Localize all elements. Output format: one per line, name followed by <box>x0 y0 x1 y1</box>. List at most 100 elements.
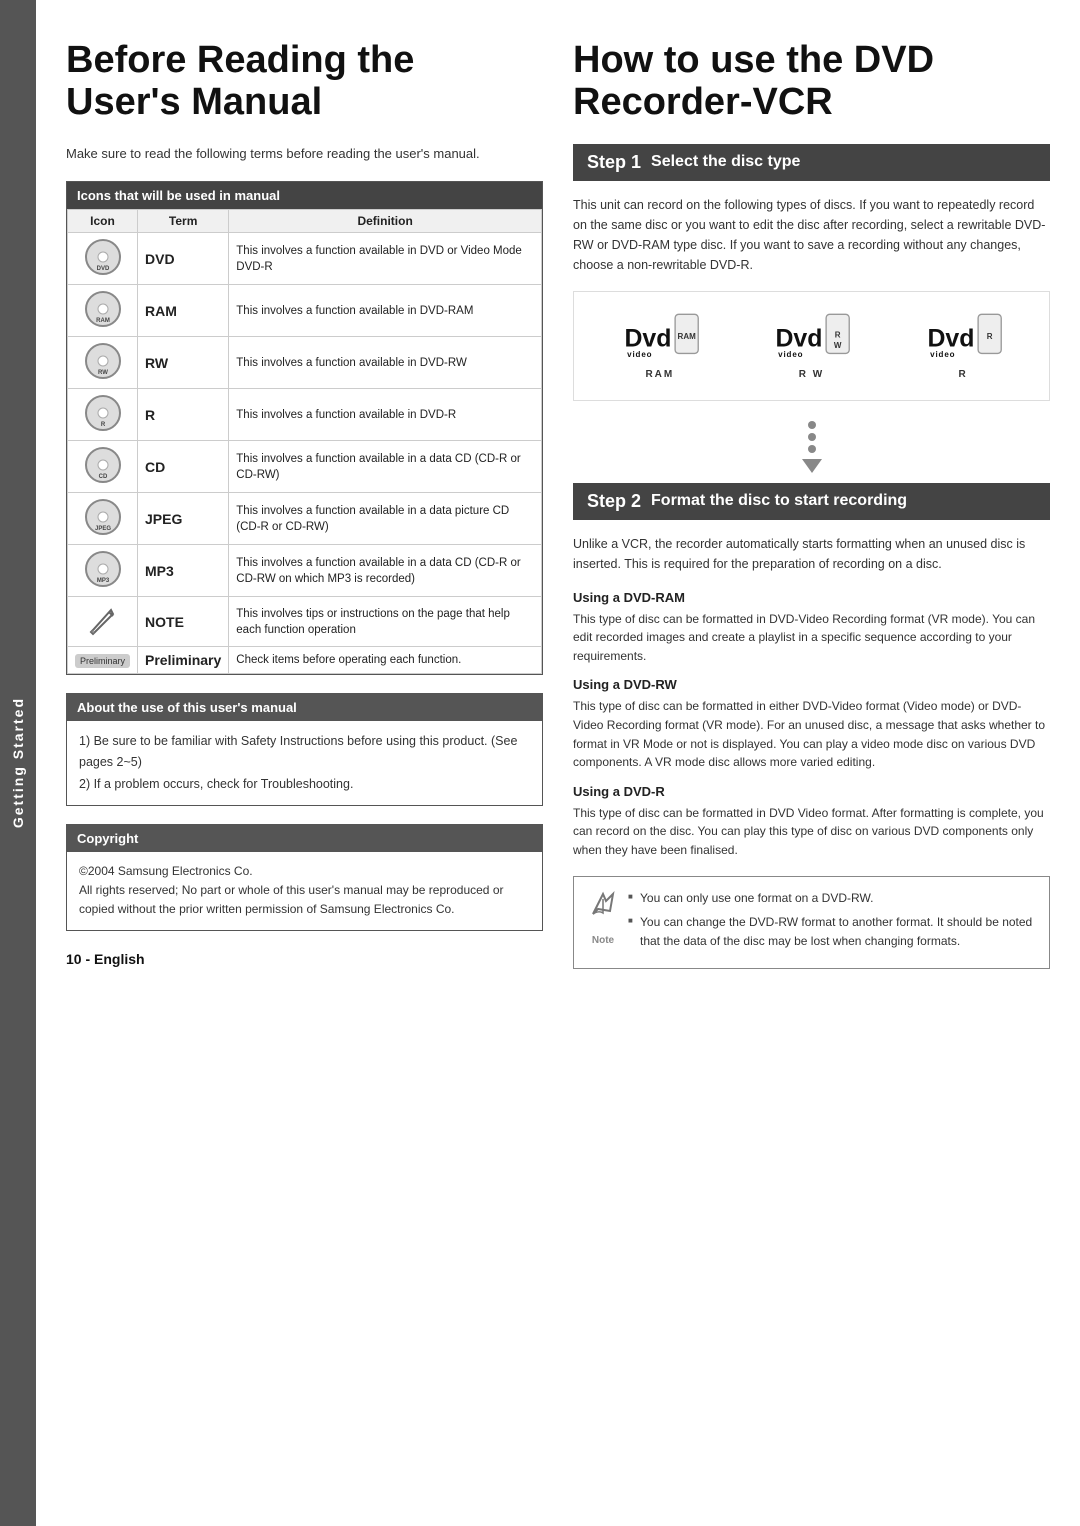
note-label: Note <box>592 933 614 949</box>
sidebar-tab: Getting Started <box>0 0 36 1526</box>
about-box: About the use of this user's manual 1) B… <box>66 693 543 806</box>
svg-text:video: video <box>627 350 652 359</box>
right-column: How to use the DVD Recorder-VCR Step 1 S… <box>573 40 1050 1486</box>
col-definition: Definition <box>229 210 542 233</box>
about-box-content: 1) Be sure to be familiar with Safety In… <box>67 721 542 805</box>
dvd-logo-rw-label: R W <box>771 369 851 380</box>
svg-text:video: video <box>779 350 804 359</box>
dvd-logo-r: Dvd video R R <box>923 312 1003 380</box>
sub-section-text: This type of disc can be formatted in ei… <box>573 697 1050 771</box>
table-row: PreliminaryPreliminaryCheck items before… <box>68 647 542 674</box>
svg-text:JPEG: JPEG <box>94 526 110 532</box>
sub-section-title: Using a DVD-RW <box>573 677 1050 692</box>
arrow-dot-2 <box>808 433 816 441</box>
about-item: 2) If a problem occurs, check for Troubl… <box>79 774 530 795</box>
table-row: MP3 MP3This involves a function availabl… <box>68 545 542 597</box>
sub-section-text: This type of disc can be formatted in DV… <box>573 610 1050 666</box>
definition-cell: This involves a function available in a … <box>229 493 542 545</box>
step2-sections: Using a DVD-RAM This type of disc can be … <box>573 590 1050 860</box>
svg-text:Dvd: Dvd <box>624 324 671 352</box>
term-cell: Preliminary <box>138 647 229 674</box>
sub-section-title: Using a DVD-R <box>573 784 1050 799</box>
sub-section-title: Using a DVD-RAM <box>573 590 1050 605</box>
svg-text:R: R <box>100 422 105 428</box>
copyright-box: Copyright ©2004 Samsung Electronics Co.A… <box>66 824 543 931</box>
definition-cell: This involves a function available in DV… <box>229 337 542 389</box>
step2-intro: Unlike a VCR, the recorder automatically… <box>573 534 1050 574</box>
icon-cell: JPEG <box>68 493 138 545</box>
svg-text:RW: RW <box>98 370 108 376</box>
icon-cell <box>68 597 138 647</box>
disc-icon: RAM <box>84 290 122 328</box>
term-cell: RAM <box>138 285 229 337</box>
intro-text: Make sure to read the following terms be… <box>66 144 543 164</box>
page: Getting Started Before Reading the User'… <box>0 0 1080 1526</box>
dvd-logo-ram: Dvd video RAM RAM <box>620 312 700 380</box>
svg-text:R: R <box>987 332 993 341</box>
definition-cell: This involves tips or instructions on th… <box>229 597 542 647</box>
dvd-logo-rw: Dvd video R W R W <box>771 312 851 380</box>
svg-text:RAM: RAM <box>96 318 110 324</box>
disc-icon: DVD <box>84 238 122 276</box>
arrow-dot-1 <box>808 421 816 429</box>
svg-text:Dvd: Dvd <box>776 324 823 352</box>
icon-cell: MP3 <box>68 545 138 597</box>
dvd-logo-ram-svg: Dvd video RAM <box>620 312 700 362</box>
term-cell: MP3 <box>138 545 229 597</box>
icons-table: Icon Term Definition DVD DVDThis involve… <box>67 209 542 674</box>
term-cell: NOTE <box>138 597 229 647</box>
term-cell: RW <box>138 337 229 389</box>
step2-header: Step 2 Format the disc to start recordin… <box>573 483 1050 520</box>
preliminary-badge: Preliminary <box>75 654 130 668</box>
note-icon <box>588 889 618 929</box>
note-box: Note You can only use one format on a DV… <box>573 876 1050 970</box>
term-cell: JPEG <box>138 493 229 545</box>
note-icon-col: Note <box>588 889 618 957</box>
note-item: You can change the DVD-RW format to anot… <box>628 913 1035 950</box>
left-title: Before Reading the User's Manual <box>66 40 543 124</box>
svg-text:DVD: DVD <box>96 266 109 272</box>
icon-cell: R <box>68 389 138 441</box>
note-pencil-icon <box>85 602 121 638</box>
disc-icon: R <box>84 394 122 432</box>
disc-icon: JPEG <box>84 498 122 536</box>
definition-cell: This involves a function available in DV… <box>229 285 542 337</box>
disc-icon: CD <box>84 446 122 484</box>
term-cell: DVD <box>138 233 229 285</box>
arrow-triangle <box>802 459 822 473</box>
definition-cell: This involves a function available in a … <box>229 545 542 597</box>
step1-description: This unit can record on the following ty… <box>573 195 1050 275</box>
disc-icon: MP3 <box>84 550 122 588</box>
sidebar-label: Getting Started <box>10 697 26 828</box>
note-item: You can only use one format on a DVD-RW. <box>628 889 1035 908</box>
step1-title: Select the disc type <box>651 153 800 171</box>
svg-text:CD: CD <box>98 474 107 480</box>
svg-text:Dvd: Dvd <box>928 324 975 352</box>
step2-title: Format the disc to start recording <box>651 492 907 510</box>
svg-text:R: R <box>835 330 841 339</box>
svg-text:W: W <box>834 341 842 350</box>
icon-cell: CD <box>68 441 138 493</box>
arrow-dots <box>573 421 1050 473</box>
step2-num: Step 2 <box>587 491 641 512</box>
step1-header: Step 1 Select the disc type <box>573 144 1050 181</box>
icon-cell: Preliminary <box>68 647 138 674</box>
svg-text:RAM: RAM <box>677 332 696 341</box>
table-row: JPEG JPEGThis involves a function availa… <box>68 493 542 545</box>
table-row: RW RWThis involves a function available … <box>68 337 542 389</box>
col-icon: Icon <box>68 210 138 233</box>
dvd-logo-rw-svg: Dvd video R W <box>771 312 851 362</box>
dvd-logo-ram-label: RAM <box>620 369 700 380</box>
table-row: RAM RAMThis involves a function availabl… <box>68 285 542 337</box>
col-term: Term <box>138 210 229 233</box>
dvd-logo-r-svg: Dvd video R <box>923 312 1003 362</box>
note-box-text: You can only use one format on a DVD-RW.… <box>628 889 1035 957</box>
about-box-header: About the use of this user's manual <box>67 694 542 721</box>
arrow-dot-3 <box>808 445 816 453</box>
table-row: CD CDThis involves a function available … <box>68 441 542 493</box>
dvd-logos: Dvd video RAM RAM Dvd video R W <box>573 291 1050 401</box>
svg-text:video: video <box>930 350 955 359</box>
term-cell: CD <box>138 441 229 493</box>
step1-num: Step 1 <box>587 152 641 173</box>
definition-cell: This involves a function available in DV… <box>229 233 542 285</box>
